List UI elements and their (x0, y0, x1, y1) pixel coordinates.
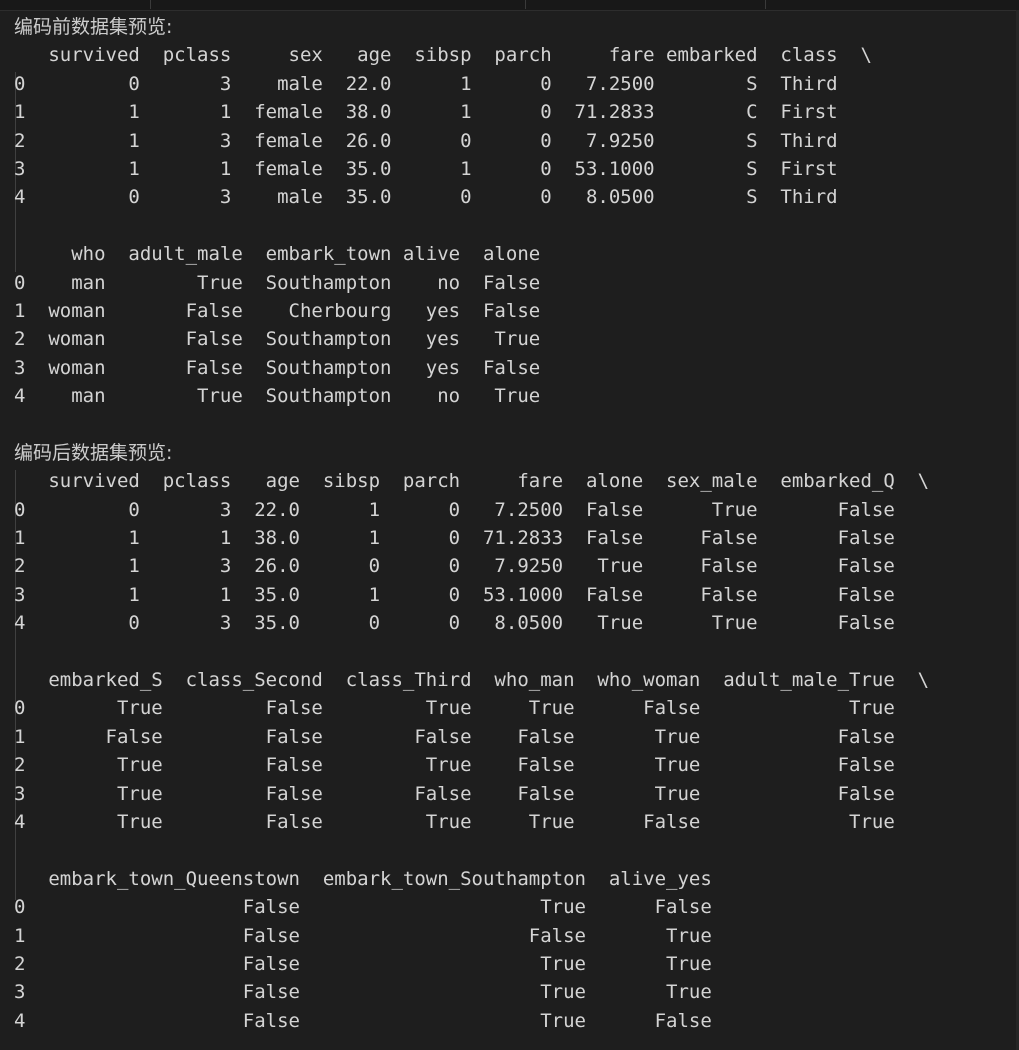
table-row: 3 1 1 35.0 1 0 53.1000 False False False (14, 583, 895, 606)
table-row: 3 1 1 female 35.0 1 0 53.1000 S First (14, 157, 838, 180)
table-row: 2 woman False Southampton yes True (14, 328, 541, 351)
dataframe-block: survived pclass sex age sibsp parch fare… (14, 41, 1004, 211)
table-header: embark_town_Queenstown embark_town_South… (14, 867, 712, 890)
table-row: 1 1 1 female 38.0 1 0 71.2833 C First (14, 101, 838, 124)
section-heading-before-encoding: 编码前数据集预览: (14, 16, 173, 38)
table-row: 0 man True Southampton no False (14, 271, 541, 294)
dataframe-block: who adult_male embark_town alive alone 0… (14, 240, 1004, 410)
table-header: survived pclass age sibsp parch fare alo… (14, 470, 930, 493)
dataframe-block: embarked_S class_Second class_Third who_… (14, 666, 1004, 836)
table-row: 3 False True True (14, 981, 712, 1004)
table-row: 1 woman False Cherbourg yes False (14, 299, 541, 322)
table-row: 2 1 3 female 26.0 0 0 7.9250 S Third (14, 129, 838, 152)
table-row: 0 True False True True False True (14, 697, 895, 720)
table-header: embarked_S class_Second class_Third who_… (14, 668, 930, 691)
table-row: 4 False True False (14, 1009, 712, 1032)
table-row: 1 False False False False True False (14, 725, 895, 748)
top-bar-segment (0, 0, 151, 9)
table-row: 4 0 3 35.0 0 0 8.0500 True True False (14, 612, 895, 635)
table-header: who adult_male embark_town alive alone (14, 243, 541, 266)
table-row: 1 1 1 38.0 1 0 71.2833 False False False (14, 527, 895, 550)
dataframe-block: survived pclass age sibsp parch fare alo… (14, 467, 1004, 637)
table-row: 3 True False False False True False (14, 782, 895, 805)
table-row: 0 False True False (14, 896, 712, 919)
table-row: 4 True False True True False True (14, 810, 895, 833)
cell-output: 编码前数据集预览: survived pclass sex age sibsp … (14, 13, 1004, 1035)
editor-top-bar (0, 0, 1019, 11)
table-row: 4 man True Southampton no True (14, 385, 541, 408)
table-row: 2 1 3 26.0 0 0 7.9250 True False False (14, 555, 895, 578)
top-bar-segment (150, 0, 526, 9)
table-row: 1 False False True (14, 924, 712, 947)
table-row: 0 0 3 22.0 1 0 7.2500 False True False (14, 498, 895, 521)
table-row: 4 0 3 male 35.0 0 0 8.0500 S Third (14, 186, 838, 209)
table-row: 2 True False True False True False (14, 754, 895, 777)
table-row: 2 False True True (14, 952, 712, 975)
dataframe-block: embark_town_Queenstown embark_town_South… (14, 865, 1004, 1035)
section-heading-after-encoding: 编码后数据集预览: (14, 441, 173, 464)
table-row: 3 woman False Southampton yes False (14, 356, 541, 379)
table-header: survived pclass sex age sibsp parch fare… (14, 44, 872, 67)
top-bar-segment (525, 0, 766, 9)
table-row: 0 0 3 male 22.0 1 0 7.2500 S Third (14, 72, 838, 95)
